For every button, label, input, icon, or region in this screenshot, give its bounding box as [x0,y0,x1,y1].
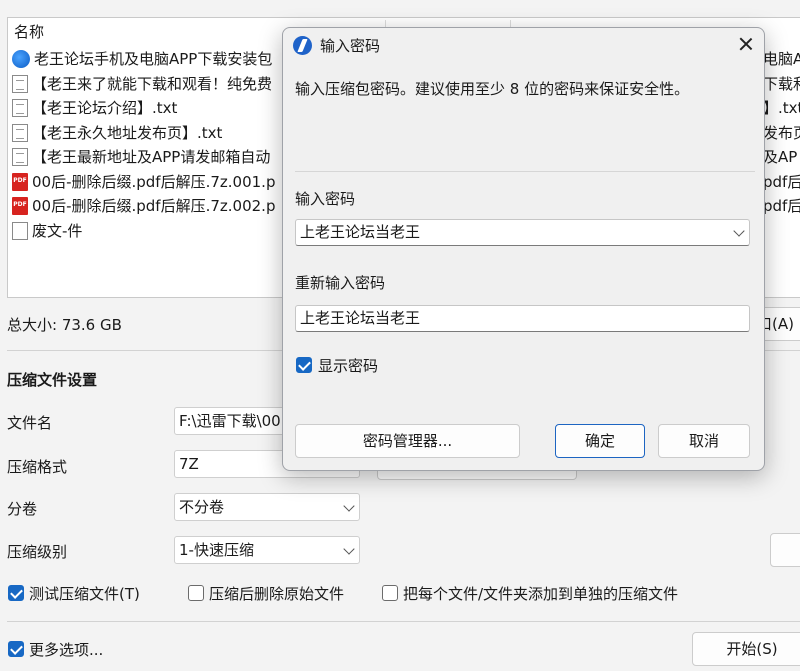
level-value: 1-快速压缩 [179,541,254,559]
volume-select[interactable]: 不分卷 [174,493,360,521]
format-value: 7Z [179,455,199,473]
start-button[interactable]: 开始(S) [692,632,800,666]
chevron-down-icon [343,500,355,512]
divider [7,621,800,622]
app-icon [12,50,30,68]
pdf-file-icon [12,172,28,191]
volume-value: 不分卷 [179,498,225,516]
level-select[interactable]: 1-快速压缩 [174,536,360,564]
app-logo-icon [293,36,312,55]
file-row-overflow-text: 电脑A [763,50,800,68]
text-file-icon [12,99,28,117]
volume-label: 分卷 [7,500,38,518]
settings-heading: 压缩文件设置 [7,371,98,389]
show-password-checkbox[interactable] [296,357,312,373]
file-row-overflow-text: 】.txt [763,99,800,117]
chevron-down-icon [343,543,355,555]
cancel-button[interactable]: 取消 [658,424,750,458]
chevron-down-icon[interactable] [733,225,745,237]
pdf-file-icon [12,197,28,215]
file-row-overflow-text: pdf后 [763,197,800,215]
ok-button[interactable]: 确定 [555,424,645,458]
delete-original-label[interactable]: 压缩后删除原始文件 [209,583,344,604]
separate-archives-label[interactable]: 把每个文件/文件夹添加到单独的压缩文件 [403,583,678,604]
file-row-overflow-text: pdf后 [763,172,800,191]
divider [295,171,755,172]
file-name: 【老王论坛介绍】.txt [32,99,178,117]
file-row-overflow-text: 下载和 [763,74,800,93]
total-size-label: 总大小: 73.6 GB [7,316,122,334]
delete-original-checkbox[interactable] [188,585,204,601]
confirm-password-input[interactable]: 上老王论坛当老王 [295,305,750,332]
confirm-password-label: 重新输入密码 [295,274,386,292]
password-input[interactable]: 上老王论坛当老王 [295,219,750,246]
text-file-icon [12,123,28,142]
file-row-overflow-text: 发布页 [763,123,800,142]
file-name: 【老王最新地址及APP请发邮箱自动 [32,148,271,166]
file-name: 00后-删除后缀.pdf后解压.7z.001.p [32,172,276,191]
filename-label: 文件名 [7,414,53,432]
file-name: 老王论坛手机及电脑APP下载安装包 [34,50,273,68]
test-archive-label[interactable]: 测试压缩文件(T) [29,583,140,604]
password-value: 上老王论坛当老王 [300,223,421,241]
show-password-label[interactable]: 显示密码 [318,355,378,376]
file-name: 【老王永久地址发布页】.txt [32,123,223,142]
file-row-overflow-text: 及AP [763,148,798,166]
dialog-title: 输入密码 [320,37,381,55]
more-options-checkbox[interactable] [8,641,24,657]
password-dialog: 输入密码 输入压缩包密码。建议使用至少 8 位的密码来保证安全性。 输入密码 上… [282,27,765,471]
level-label: 压缩级别 [7,543,68,561]
text-file-icon [12,148,28,166]
password-label: 输入密码 [295,190,356,208]
text-file-icon [12,74,28,93]
dialog-description: 输入压缩包密码。建议使用至少 8 位的密码来保证安全性。 [295,80,690,98]
test-archive-checkbox[interactable] [8,585,24,601]
format-label: 压缩格式 [7,458,68,476]
side-button[interactable] [770,533,800,567]
more-options-label[interactable]: 更多选项... [29,639,103,660]
close-icon[interactable] [737,35,755,53]
password-manager-button[interactable]: 密码管理器... [295,424,520,458]
file-name: 【老王来了就能下载和观看！纯免费 [32,74,273,93]
file-name: 废文-件 [32,221,83,240]
separate-archives-checkbox[interactable] [382,585,398,601]
file-name: 00后-删除后缀.pdf后解压.7z.002.p [32,197,276,215]
blank-file-icon [12,221,28,240]
